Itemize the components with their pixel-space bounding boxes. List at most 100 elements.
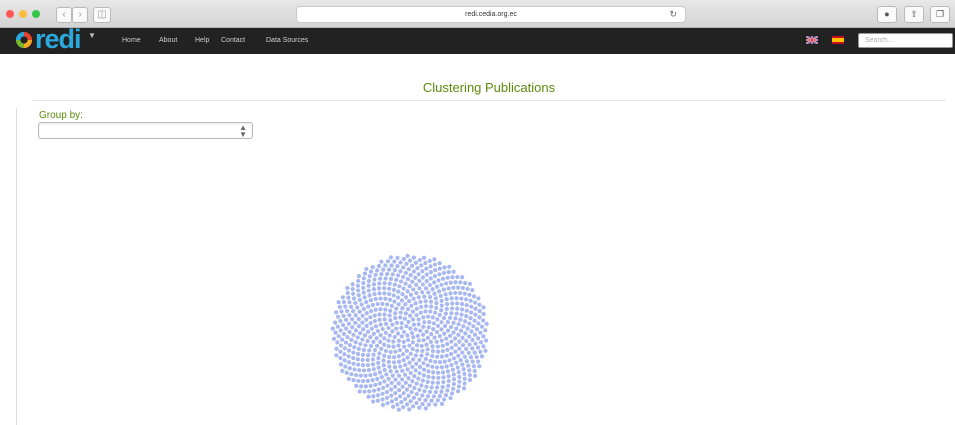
tabs-icon[interactable]: ❐ — [930, 6, 950, 23]
publication-node[interactable] — [411, 357, 416, 362]
publication-node[interactable] — [387, 281, 392, 286]
publication-node[interactable] — [390, 329, 395, 334]
publication-node[interactable] — [360, 337, 365, 342]
publication-node[interactable] — [481, 344, 486, 349]
publication-node[interactable] — [375, 328, 380, 334]
publication-node[interactable] — [432, 335, 437, 340]
publication-node[interactable] — [382, 379, 387, 384]
publication-node[interactable] — [346, 376, 351, 382]
publication-node[interactable] — [390, 404, 396, 409]
publication-node[interactable] — [451, 330, 456, 335]
publication-node[interactable] — [364, 299, 369, 305]
publication-node[interactable] — [424, 279, 429, 284]
publication-node[interactable] — [353, 313, 358, 318]
publication-node[interactable] — [462, 291, 467, 296]
publication-node[interactable] — [427, 319, 432, 325]
publication-node[interactable] — [423, 356, 429, 361]
publication-node[interactable] — [476, 296, 481, 301]
publication-node[interactable] — [462, 354, 467, 359]
publication-node[interactable] — [421, 324, 426, 329]
publication-node[interactable] — [341, 299, 347, 305]
publication-node[interactable] — [344, 326, 349, 331]
publication-node[interactable] — [468, 298, 473, 303]
publication-node[interactable] — [420, 269, 425, 274]
publication-node[interactable] — [369, 308, 374, 314]
publication-node[interactable] — [385, 259, 391, 264]
publication-node[interactable] — [402, 316, 407, 321]
publication-node[interactable] — [352, 345, 357, 350]
publication-node[interactable] — [439, 365, 444, 370]
publication-node[interactable] — [356, 346, 362, 351]
publication-node[interactable] — [403, 270, 408, 275]
publication-node[interactable] — [367, 293, 372, 298]
publication-node[interactable] — [420, 378, 426, 383]
publication-node[interactable] — [377, 291, 382, 296]
publication-node[interactable] — [426, 402, 431, 407]
publication-node[interactable] — [378, 339, 383, 344]
publication-node[interactable] — [363, 343, 368, 348]
publication-node[interactable] — [353, 328, 359, 333]
publication-node[interactable] — [375, 376, 380, 381]
publication-node[interactable] — [431, 370, 436, 375]
publication-node[interactable] — [449, 296, 454, 301]
publication-node[interactable] — [451, 377, 457, 382]
publication-node[interactable] — [335, 340, 340, 345]
publication-node[interactable] — [364, 323, 369, 328]
publication-node[interactable] — [453, 290, 458, 296]
publication-node[interactable] — [410, 340, 415, 345]
publication-node[interactable] — [428, 276, 433, 281]
publication-node[interactable] — [360, 313, 365, 318]
publication-node[interactable] — [439, 338, 444, 343]
publication-node[interactable] — [419, 353, 424, 358]
publication-node[interactable] — [389, 380, 394, 386]
publication-node[interactable] — [483, 348, 488, 353]
publication-node[interactable] — [397, 284, 402, 289]
publication-node[interactable] — [462, 319, 468, 324]
publication-node[interactable] — [376, 365, 381, 370]
publication-node[interactable] — [459, 296, 464, 301]
publication-node[interactable] — [365, 338, 370, 344]
publication-node[interactable] — [437, 333, 442, 339]
publication-node[interactable] — [458, 317, 463, 322]
publication-node[interactable] — [414, 381, 419, 386]
publication-node[interactable] — [347, 366, 352, 371]
publication-node[interactable] — [437, 393, 442, 399]
publication-node[interactable] — [373, 382, 378, 388]
publication-node[interactable] — [414, 361, 419, 366]
publication-node[interactable] — [477, 302, 482, 307]
publication-node[interactable] — [411, 296, 416, 301]
publication-node[interactable] — [380, 397, 385, 402]
publication-node[interactable] — [380, 391, 385, 396]
publication-node[interactable] — [417, 278, 422, 283]
publication-node[interactable] — [367, 389, 372, 394]
publication-node[interactable] — [426, 290, 431, 295]
publication-node[interactable] — [356, 378, 361, 383]
publication-node[interactable] — [421, 367, 427, 372]
publication-node[interactable] — [428, 358, 433, 363]
publication-node[interactable] — [405, 277, 411, 282]
publication-node[interactable] — [388, 308, 393, 313]
publication-node[interactable] — [467, 281, 473, 287]
publication-node[interactable] — [476, 359, 481, 364]
publication-node[interactable] — [461, 367, 466, 372]
publication-node[interactable] — [393, 377, 398, 382]
publication-node[interactable] — [356, 274, 362, 279]
publication-node[interactable] — [378, 322, 383, 327]
publication-node[interactable] — [448, 395, 453, 401]
publication-node[interactable] — [376, 387, 381, 392]
publication-node[interactable] — [401, 329, 407, 335]
publication-node[interactable] — [424, 266, 429, 271]
publication-node[interactable] — [445, 302, 450, 307]
publication-node[interactable] — [436, 375, 441, 380]
publication-node[interactable] — [427, 389, 433, 395]
publication-node[interactable] — [349, 337, 354, 342]
publication-node[interactable] — [387, 313, 392, 318]
publication-node[interactable] — [454, 311, 459, 316]
publication-node[interactable] — [415, 266, 420, 271]
publication-node[interactable] — [403, 281, 408, 286]
publication-node[interactable] — [461, 386, 467, 391]
publication-node[interactable] — [461, 324, 466, 329]
publication-node[interactable] — [467, 342, 472, 347]
publication-node[interactable] — [390, 373, 395, 378]
publication-node[interactable] — [437, 360, 443, 365]
